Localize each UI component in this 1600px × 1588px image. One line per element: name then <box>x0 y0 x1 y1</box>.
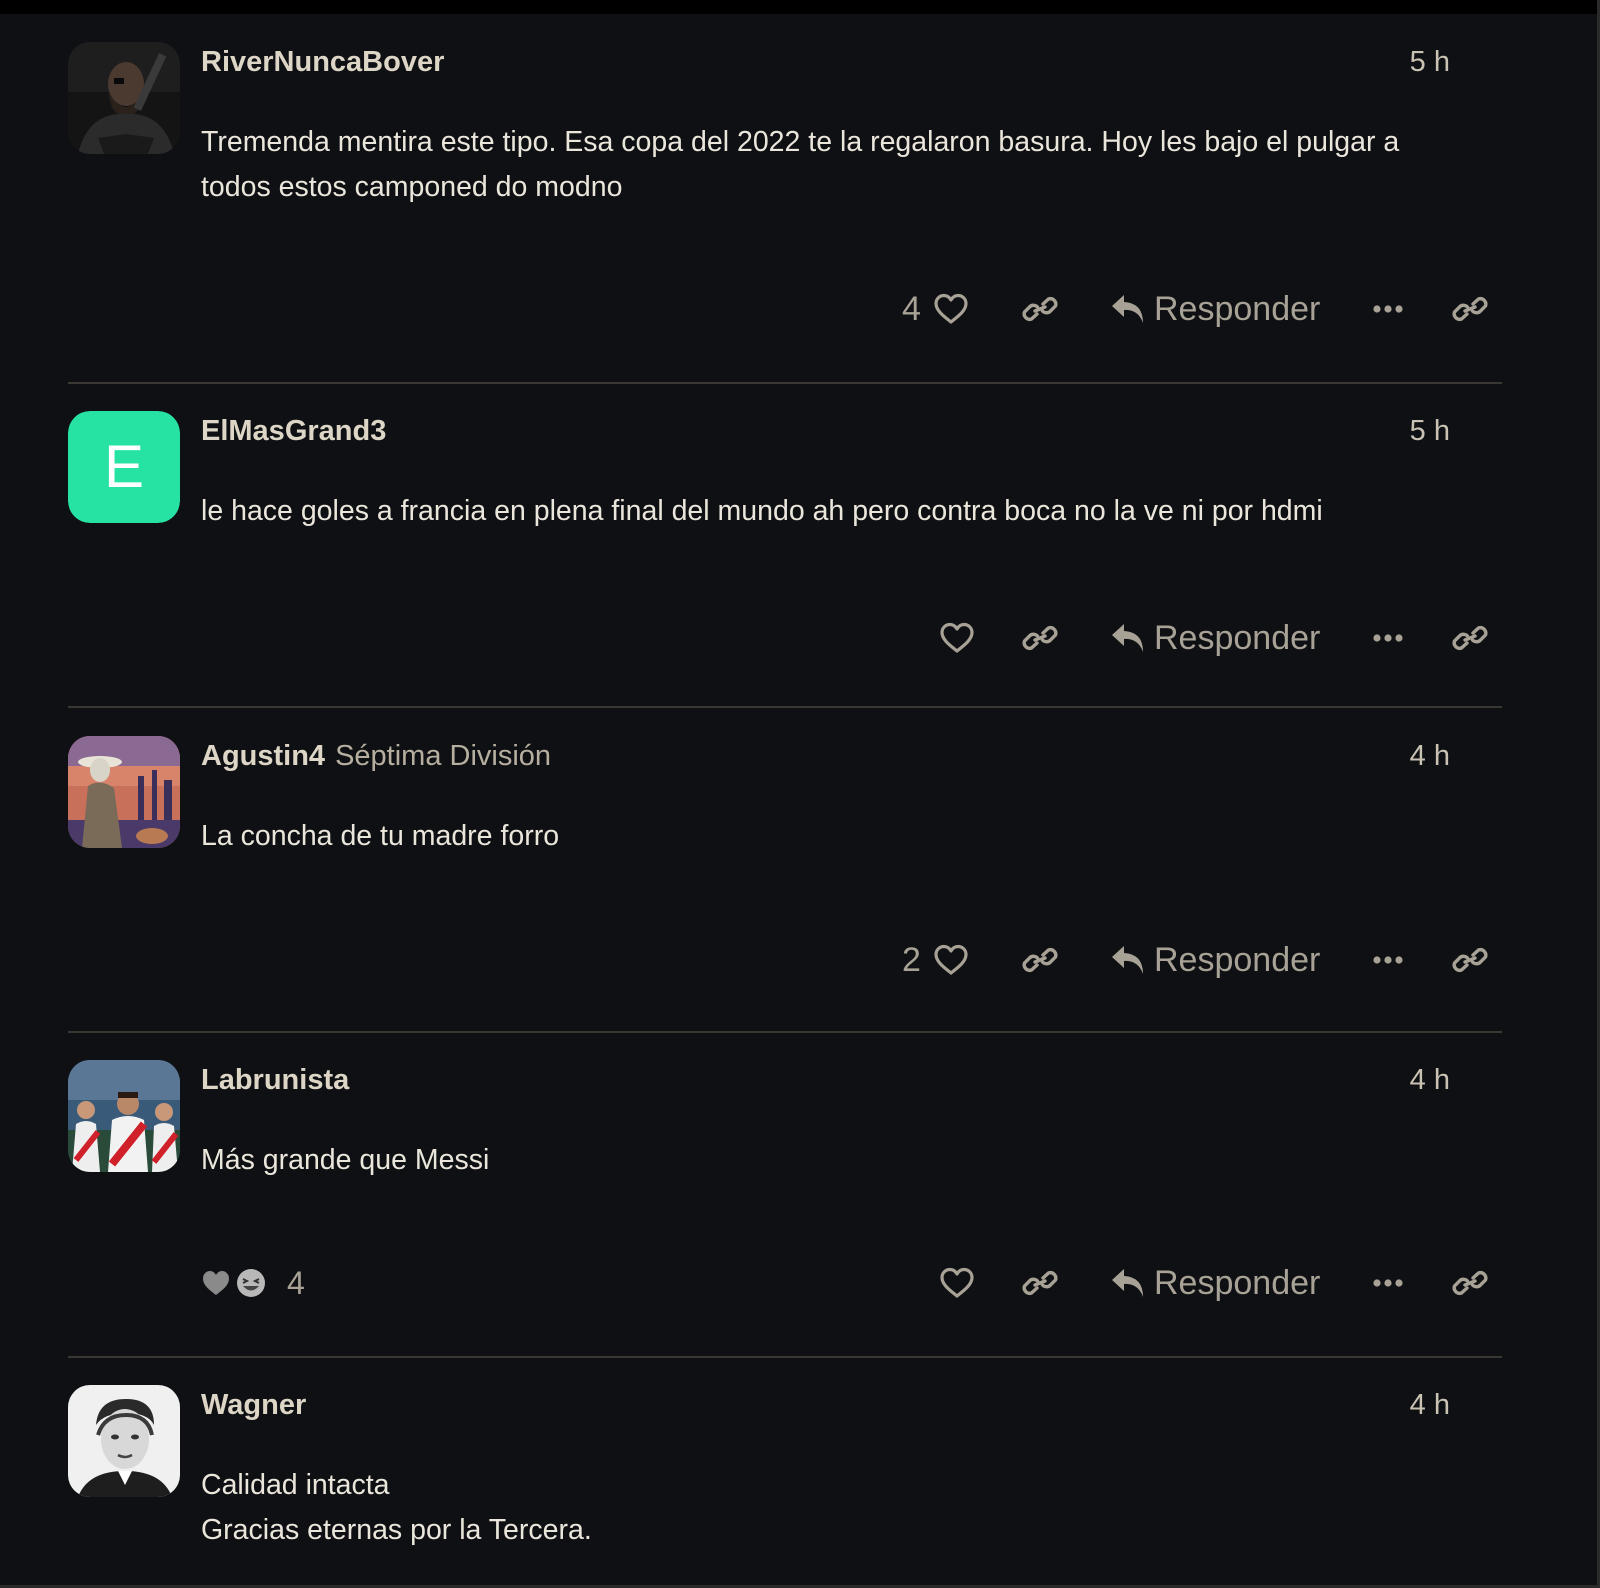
username[interactable]: ElMasGrand3 <box>201 411 386 451</box>
post-actions: Responder <box>68 614 1502 662</box>
like-button[interactable] <box>939 1259 975 1307</box>
reply-label: Responder <box>1154 289 1321 328</box>
like-button[interactable]: 2 <box>902 936 969 984</box>
share-link-button[interactable] <box>1452 285 1488 333</box>
copy-link-button[interactable] <box>1022 1259 1058 1307</box>
username-text[interactable]: Labrunista <box>201 1064 349 1096</box>
avatar-letter: E <box>104 433 144 500</box>
post-divider <box>68 1031 1502 1033</box>
link-icon <box>1022 297 1058 321</box>
like-count: 2 <box>902 940 921 979</box>
user-title: Séptima División <box>335 740 552 772</box>
top-bar <box>0 0 1600 14</box>
copy-link-button[interactable] <box>1022 285 1058 333</box>
ellipsis-icon <box>1373 305 1403 313</box>
avatar-image <box>68 42 180 154</box>
avatar-image <box>68 1060 180 1172</box>
reply-button[interactable]: Responder <box>1110 936 1320 984</box>
post-time[interactable]: 4 h <box>1410 1385 1450 1425</box>
username-text[interactable]: RiverNuncaBover <box>201 46 444 78</box>
avatar[interactable] <box>68 42 180 154</box>
like-button[interactable]: 4 <box>902 285 969 333</box>
copy-link-button[interactable] <box>1022 936 1058 984</box>
avatar-image <box>68 736 180 848</box>
copy-link-button[interactable] <box>1022 614 1058 662</box>
link-icon <box>1022 1271 1058 1295</box>
username-text[interactable]: ElMasGrand3 <box>201 415 386 447</box>
username-text[interactable]: Agustin4 <box>201 740 325 772</box>
post-body: Más grande que Messi <box>201 1138 1451 1183</box>
avatar-letter-image: E <box>68 411 180 523</box>
share-link-button[interactable] <box>1452 614 1488 662</box>
ellipsis-icon <box>1373 634 1403 642</box>
reply-icon <box>1112 624 1143 652</box>
reply-label: Responder <box>1154 618 1321 657</box>
reply-button[interactable]: Responder <box>1110 285 1320 333</box>
reaction-count: 4 <box>287 1264 305 1301</box>
more-options-button[interactable] <box>1373 936 1403 984</box>
reply-icon <box>1112 946 1143 974</box>
reply-button[interactable]: Responder <box>1110 614 1320 662</box>
heart-icon <box>940 1267 974 1298</box>
heart-reaction-icon <box>203 1271 229 1295</box>
post-line: Más grande que Messi <box>201 1144 490 1176</box>
heart-icon <box>934 293 968 324</box>
post-actions: 2 Responder <box>68 936 1502 984</box>
post-time[interactable]: 5 h <box>1410 42 1450 82</box>
more-options-button[interactable] <box>1373 285 1403 333</box>
username[interactable]: Wagner <box>201 1385 306 1425</box>
link-icon <box>1022 948 1058 972</box>
link-icon <box>1452 948 1488 972</box>
more-options-button[interactable] <box>1373 1259 1403 1307</box>
post-body: le hace goles a francia en plena final d… <box>201 489 1451 534</box>
username[interactable]: RiverNuncaBover <box>201 42 444 82</box>
like-count: 4 <box>902 289 921 328</box>
post-line: Gracias eternas por la Tercera. <box>201 1514 592 1546</box>
reply-label: Responder <box>1154 940 1321 979</box>
laughing-emoji-icon <box>237 1269 265 1297</box>
heart-icon <box>934 944 968 975</box>
reply-icon <box>1112 295 1143 323</box>
username[interactable]: Labrunista <box>201 1060 349 1100</box>
post-line: todos estos camponed do modno <box>201 171 623 203</box>
reply-label: Responder <box>1154 1263 1321 1302</box>
post-time[interactable]: 4 h <box>1410 1060 1450 1100</box>
like-button[interactable] <box>939 614 975 662</box>
post-body: Calidad intacta Gracias eternas por la T… <box>201 1463 1451 1553</box>
reply-button[interactable]: Responder <box>1110 1259 1320 1307</box>
post-divider <box>68 382 1502 384</box>
post-line: le hace goles a francia en plena final d… <box>201 495 1323 527</box>
reactions-summary[interactable]: 4 <box>201 1259 305 1307</box>
post-line: La concha de tu madre forro <box>201 820 560 852</box>
post-actions: 4 Responder <box>68 285 1502 333</box>
post-line: Tremenda mentira este tipo. Esa copa del… <box>201 126 1400 158</box>
avatar-image <box>68 1385 180 1497</box>
share-link-button[interactable] <box>1452 936 1488 984</box>
avatar[interactable] <box>68 1385 180 1497</box>
post-body: Tremenda mentira este tipo. Esa copa del… <box>201 120 1451 210</box>
username[interactable]: Agustin4 Séptima División <box>201 736 551 776</box>
post-line: Calidad intacta <box>201 1469 390 1501</box>
post-divider <box>68 1356 1502 1358</box>
post-actions: 4 Responder <box>68 1259 1502 1307</box>
ellipsis-icon <box>1373 1279 1403 1287</box>
avatar[interactable] <box>68 736 180 848</box>
link-icon <box>1452 1271 1488 1295</box>
post-time[interactable]: 5 h <box>1410 411 1450 451</box>
post-body: La concha de tu madre forro <box>201 814 1451 859</box>
username-text[interactable]: Wagner <box>201 1389 306 1421</box>
link-icon <box>1452 297 1488 321</box>
post-time[interactable]: 4 h <box>1410 736 1450 776</box>
more-options-button[interactable] <box>1373 614 1403 662</box>
avatar[interactable]: E <box>68 411 180 523</box>
link-icon <box>1022 626 1058 650</box>
link-icon <box>1452 626 1488 650</box>
share-link-button[interactable] <box>1452 1259 1488 1307</box>
ellipsis-icon <box>1373 956 1403 964</box>
avatar[interactable] <box>68 1060 180 1172</box>
reply-icon <box>1112 1269 1143 1297</box>
post-divider <box>68 706 1502 708</box>
heart-icon <box>940 622 974 653</box>
